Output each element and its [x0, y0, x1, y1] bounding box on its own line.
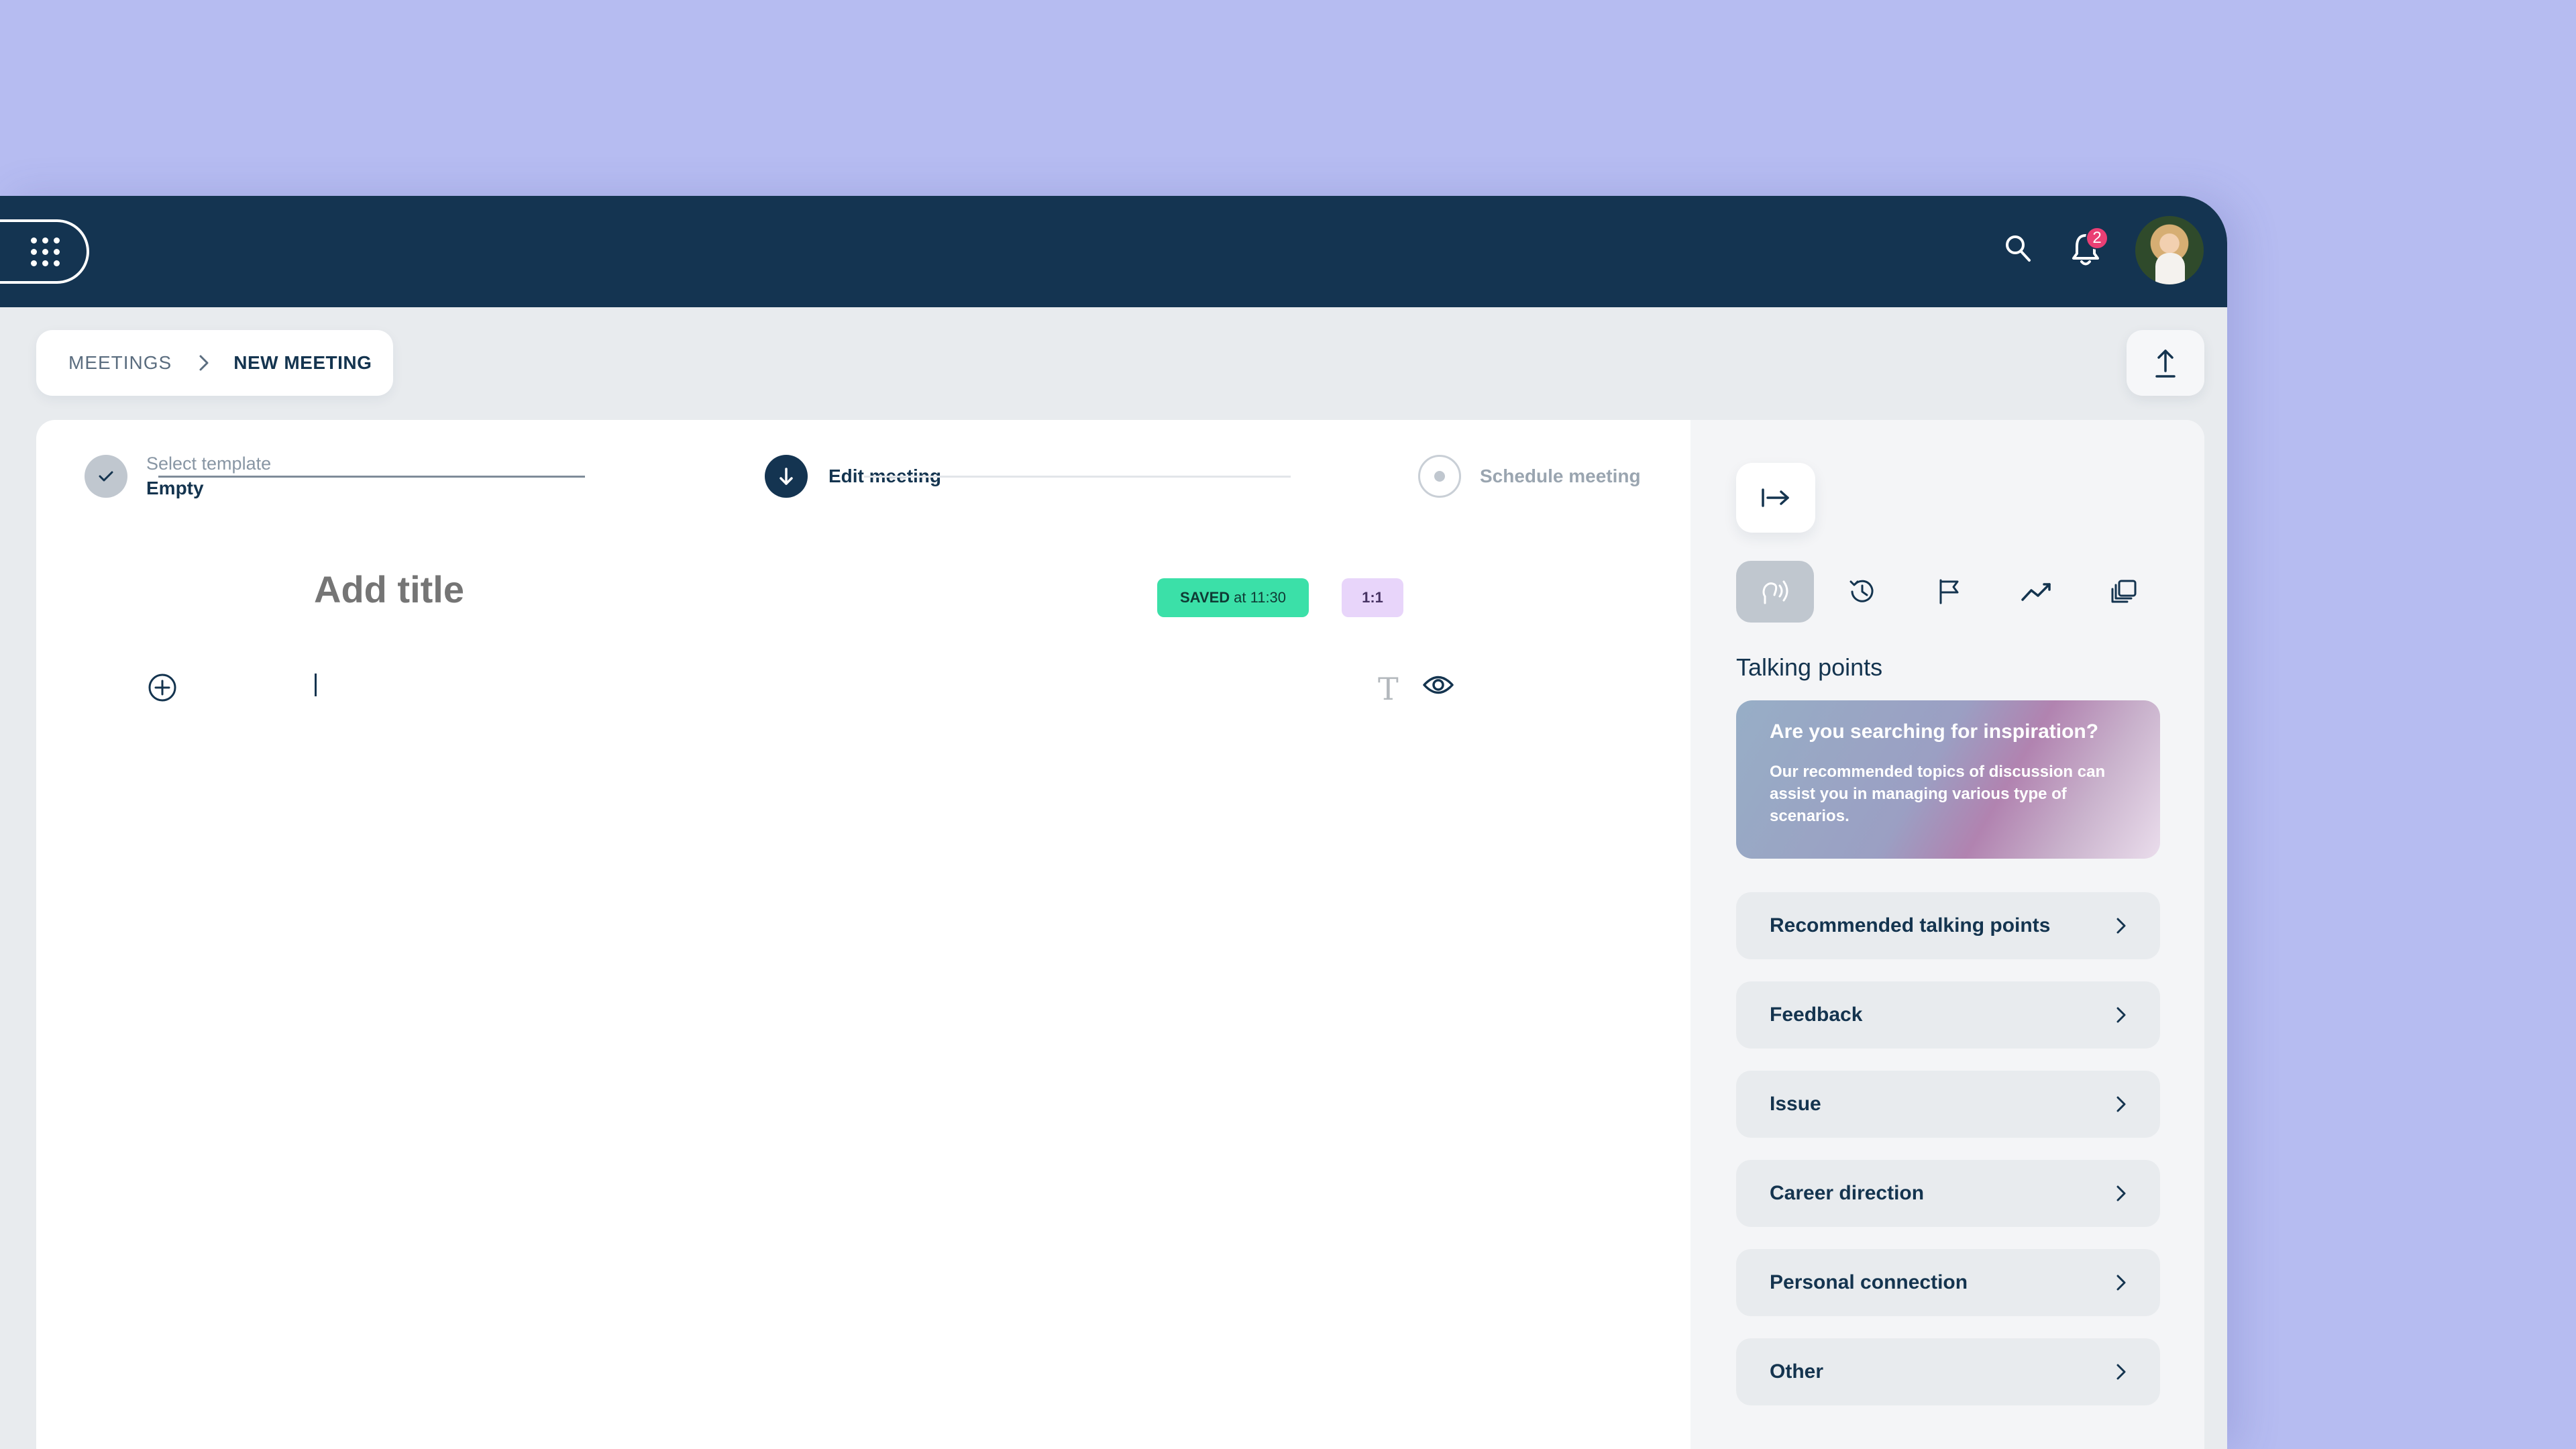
- category-issue[interactable]: Issue: [1736, 1071, 2160, 1138]
- step3-label: Schedule meeting: [1480, 466, 1641, 486]
- add-block-plus-icon[interactable]: [147, 672, 178, 703]
- text-cursor[interactable]: [315, 674, 317, 696]
- chevron-right-icon: [2116, 1006, 2127, 1024]
- step-completed-check-icon[interactable]: [85, 455, 127, 498]
- eye-preview-icon[interactable]: [1422, 674, 1454, 700]
- tab-trends[interactable]: [1998, 561, 2076, 623]
- category-label: Career direction: [1770, 1182, 1925, 1204]
- history-clock-icon: [1849, 580, 1874, 602]
- category-label: Issue: [1770, 1093, 1821, 1115]
- step1-value: Empty: [146, 478, 204, 498]
- tab-goals[interactable]: [1911, 561, 1988, 623]
- tab-templates[interactable]: [2085, 561, 2163, 623]
- step-connector: [158, 476, 585, 478]
- talking-points-panel: Talking points Are you searching for ins…: [1690, 420, 2204, 1449]
- search-icon[interactable]: [2004, 233, 2033, 268]
- tab-talking-points[interactable]: [1736, 561, 1814, 623]
- trend-line-icon: [2021, 583, 2051, 601]
- step-connector: [864, 476, 1291, 478]
- category-label: Feedback: [1770, 1004, 1863, 1026]
- category-recommended-talking-points[interactable]: Recommended talking points: [1736, 892, 2160, 959]
- breadcrumb-current: NEW MEETING: [233, 352, 372, 373]
- chevron-right-icon: [2116, 1095, 2127, 1113]
- apps-grid-icon: [31, 237, 60, 266]
- inspiration-promo-card[interactable]: Are you searching for inspiration? Our r…: [1736, 700, 2160, 859]
- tab-history[interactable]: [1823, 561, 1901, 623]
- app-window: 2 MEETINGS NEW MEETING Select template E…: [0, 196, 2227, 1449]
- top-navigation-bar: 2: [0, 196, 2227, 307]
- category-label: Other: [1770, 1360, 1824, 1383]
- step1-label: Select template: [146, 453, 272, 474]
- category-personal-connection[interactable]: Personal connection: [1736, 1249, 2160, 1316]
- step-current-arrow-down-icon[interactable]: [765, 455, 808, 498]
- collapse-panel-button[interactable]: [1736, 463, 1815, 533]
- meeting-type-badge: 1:1: [1342, 578, 1403, 617]
- breadcrumb: MEETINGS NEW MEETING: [36, 330, 393, 396]
- notification-count-badge: 2: [2086, 227, 2108, 250]
- flag-icon: [1939, 579, 1959, 604]
- promo-title: Are you searching for inspiration?: [1770, 720, 2099, 743]
- chevron-right-icon: [2116, 917, 2127, 934]
- panel-title: Talking points: [1736, 653, 1883, 681]
- upload-arrow-icon: [2155, 350, 2176, 378]
- chevron-right-icon: [2116, 1363, 2127, 1381]
- category-label: Personal connection: [1770, 1271, 1968, 1293]
- collapse-arrow-icon: [1762, 488, 1789, 507]
- meeting-title-input[interactable]: [314, 568, 1119, 611]
- category-feedback[interactable]: Feedback: [1736, 981, 2160, 1049]
- meeting-editor-card: Select template Empty Edit meeting Sched…: [36, 420, 2204, 1449]
- stacked-cards-icon: [2111, 580, 2137, 603]
- promo-text: Our recommended topics of discussion can…: [1770, 763, 2106, 825]
- breadcrumb-meetings-link[interactable]: MEETINGS: [68, 352, 172, 374]
- step-pending-icon[interactable]: [1418, 455, 1461, 498]
- category-label: Recommended talking points: [1770, 914, 2051, 936]
- chevron-right-icon: [2116, 1185, 2127, 1202]
- chevron-right-icon: [2116, 1274, 2127, 1291]
- export-button[interactable]: [2127, 330, 2204, 396]
- editor-area: Select template Empty Edit meeting Sched…: [36, 420, 1690, 1449]
- apps-menu-button[interactable]: [0, 219, 89, 284]
- category-other[interactable]: Other: [1736, 1338, 2160, 1405]
- saved-status-badge: SAVED at 11:30: [1157, 578, 1309, 617]
- user-avatar[interactable]: [2135, 216, 2204, 284]
- category-career-direction[interactable]: Career direction: [1736, 1160, 2160, 1227]
- panel-tabs: [1736, 561, 2165, 623]
- talking-head-icon: [1762, 580, 1788, 604]
- chevron-right-icon: [199, 354, 209, 372]
- text-format-icon[interactable]: T: [1378, 671, 1399, 707]
- progress-stepper: Select template Empty Edit meeting Sched…: [85, 453, 1695, 508]
